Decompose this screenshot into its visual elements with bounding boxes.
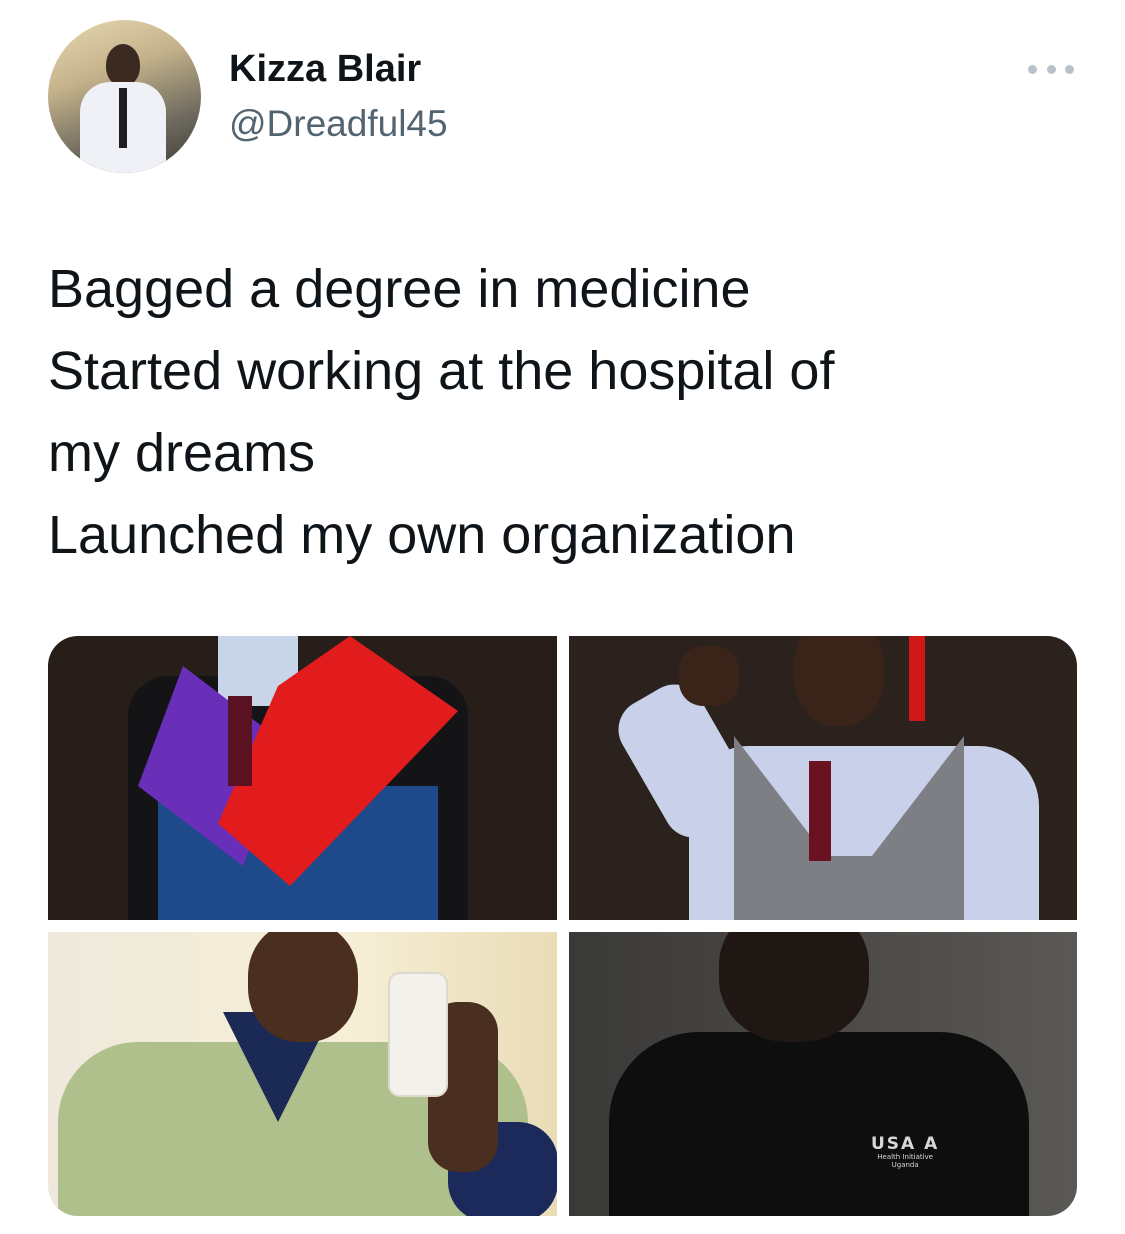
- more-dot: [1046, 64, 1056, 74]
- polo-logo-line2: Uganda: [891, 1161, 919, 1169]
- photo-graduation-gown[interactable]: [48, 636, 557, 920]
- tie: [809, 761, 831, 861]
- tie: [228, 696, 252, 786]
- black-polo: [609, 1032, 1029, 1216]
- avatar-head: [106, 44, 140, 86]
- avatar-tie: [119, 88, 127, 148]
- more-options-icon[interactable]: [1028, 62, 1074, 76]
- white-phone: [388, 972, 448, 1097]
- photo-black-polo[interactable]: USA A Health Initiative Uganda: [569, 932, 1077, 1216]
- face-in-shadow: [719, 932, 869, 1042]
- more-dot: [1028, 64, 1037, 74]
- media-grid: USA A Health Initiative Uganda: [48, 636, 1077, 1216]
- face: [248, 932, 358, 1042]
- author-name[interactable]: Kizza Blair: [229, 48, 421, 91]
- polo-logo-line1: Health Initiative: [877, 1153, 934, 1161]
- photo-vest-portrait[interactable]: [569, 636, 1077, 920]
- pointing-hand: [679, 646, 739, 706]
- photo-scrubs-selfie[interactable]: [48, 932, 557, 1216]
- author-avatar[interactable]: [48, 20, 201, 173]
- smiling-face: [794, 636, 884, 726]
- polo-logo: USA A Health Initiative Uganda: [871, 1135, 939, 1169]
- polo-logo-main: USA A: [871, 1134, 940, 1154]
- author-handle[interactable]: @Dreadful45: [229, 103, 448, 145]
- tweet-text: Bagged a degree in medicine Started work…: [48, 259, 835, 565]
- red-tassel: [909, 636, 925, 721]
- more-dot: [1065, 64, 1074, 74]
